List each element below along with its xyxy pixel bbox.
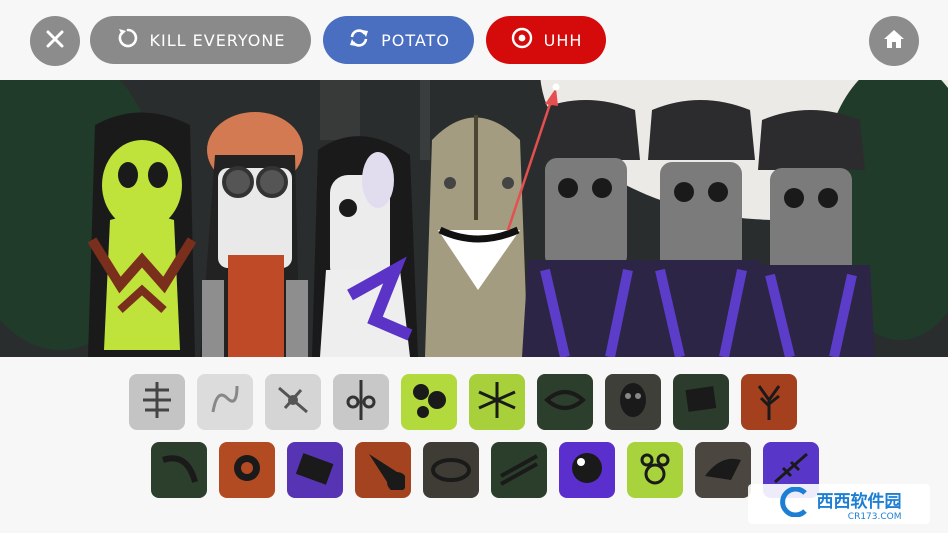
sound-tile-dancer[interactable] xyxy=(265,374,321,430)
watermark: 西西软件园 CR173.COM xyxy=(748,484,930,524)
moon-icon xyxy=(565,446,609,495)
scribble-icon xyxy=(203,378,247,427)
sound-tile-spine[interactable] xyxy=(129,374,185,430)
tree-icon xyxy=(747,378,791,427)
box-icon xyxy=(679,378,723,427)
sound-tile-mask[interactable] xyxy=(605,374,661,430)
character-brain-head[interactable] xyxy=(200,112,308,357)
drop-icon xyxy=(361,446,407,495)
totem-icon xyxy=(339,378,383,427)
kill-everyone-button[interactable]: KILL EVERYONE xyxy=(90,16,311,64)
uhh-button[interactable]: UHH xyxy=(486,16,606,64)
blob-icon xyxy=(407,378,451,427)
potato-label: POTATO xyxy=(381,30,450,50)
watermark-subtext: CR173.COM xyxy=(847,511,902,522)
dots-icon xyxy=(633,446,677,495)
close-icon xyxy=(45,29,65,54)
horn-icon xyxy=(701,446,745,495)
walkie-icon xyxy=(293,446,337,495)
sound-tile-horn[interactable] xyxy=(695,442,751,498)
sound-tile-scribble[interactable] xyxy=(197,374,253,430)
uhh-label: UHH xyxy=(543,30,583,50)
potato-button[interactable]: POTATO xyxy=(323,16,474,64)
slash-icon xyxy=(497,446,541,495)
record-icon xyxy=(510,26,534,54)
sound-tile-hook[interactable] xyxy=(151,442,207,498)
sound-tile-slash[interactable] xyxy=(491,442,547,498)
home-icon xyxy=(883,28,905,55)
tangle-icon xyxy=(475,378,519,427)
sound-tile-target[interactable] xyxy=(219,442,275,498)
mask-icon xyxy=(611,378,655,427)
reload-icon xyxy=(116,26,140,54)
sound-tile-totem[interactable] xyxy=(333,374,389,430)
close-button[interactable] xyxy=(30,16,80,66)
refresh-icon xyxy=(347,26,371,54)
character-white-hair[interactable] xyxy=(312,136,418,357)
sound-tile-eye[interactable] xyxy=(537,374,593,430)
sound-tile-box[interactable] xyxy=(673,374,729,430)
stage-scene xyxy=(0,80,948,357)
character-green-skeleton[interactable] xyxy=(87,112,197,358)
target-icon xyxy=(225,446,269,495)
top-bar: KILL EVERYONE POTATO UHH xyxy=(0,0,948,80)
sound-tile-walkie[interactable] xyxy=(287,442,343,498)
character-burlap-sack[interactable] xyxy=(425,115,528,357)
hook-icon xyxy=(157,446,201,495)
spine-icon xyxy=(135,378,179,427)
sound-tile-moon[interactable] xyxy=(559,442,615,498)
sound-tile-tangle[interactable] xyxy=(469,374,525,430)
sound-tile-rope[interactable] xyxy=(423,442,479,498)
sound-tile-dots[interactable] xyxy=(627,442,683,498)
dancer-icon xyxy=(271,378,315,427)
sound-tile-blob[interactable] xyxy=(401,374,457,430)
home-button[interactable] xyxy=(869,16,919,66)
character-stage xyxy=(0,80,948,357)
watermark-logo-icon xyxy=(777,486,811,522)
kill-everyone-label: KILL EVERYONE xyxy=(149,30,286,50)
sound-tile-tree[interactable] xyxy=(741,374,797,430)
eye-icon xyxy=(543,378,587,427)
rope-icon xyxy=(429,446,473,495)
watermark-text: 西西软件园 xyxy=(816,491,902,512)
sound-tile-drop[interactable] xyxy=(355,442,411,498)
